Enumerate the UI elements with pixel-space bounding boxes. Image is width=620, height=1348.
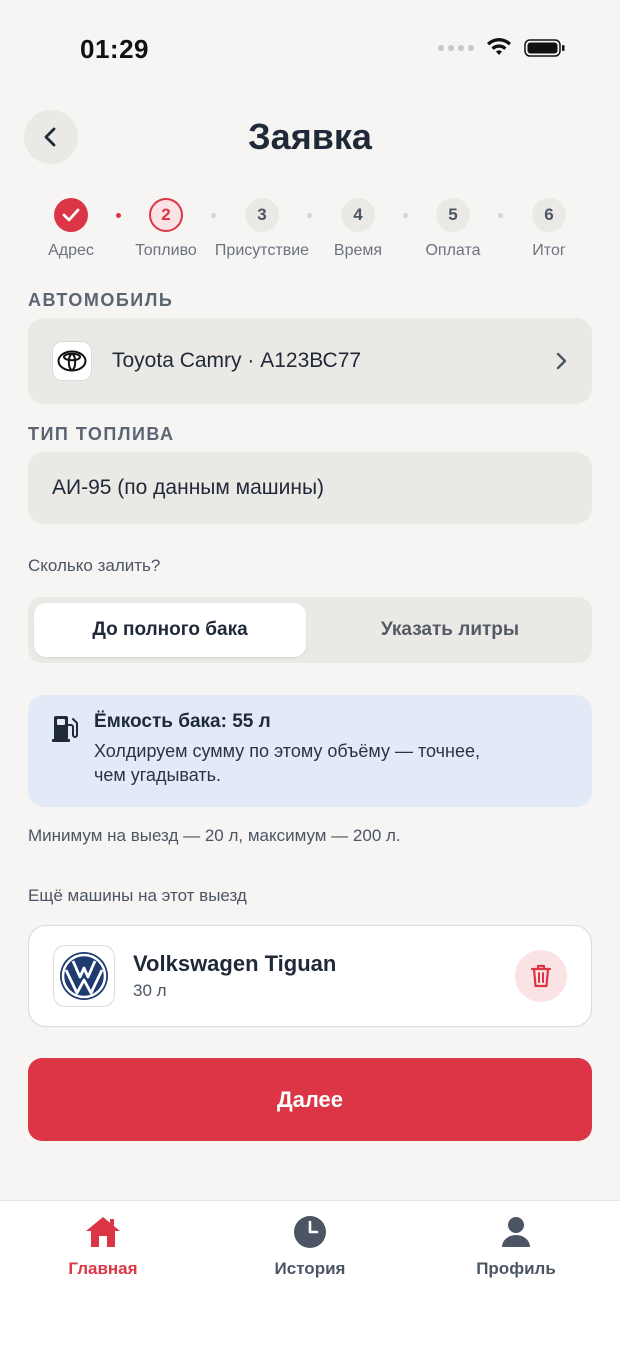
vehicle-selector[interactable]: Toyota Camry · А123ВС77 — [28, 318, 592, 404]
tank-info-text: Холдируем сумму по этому объёму — точнее… — [94, 739, 480, 787]
fuel-pump-icon — [52, 713, 80, 807]
step-number: 2 — [149, 198, 183, 232]
amount-segmented-control: До полного бака Указать литры — [28, 597, 592, 663]
status-bar: 01:29 — [0, 0, 620, 100]
toyota-logo-icon — [52, 341, 92, 381]
trash-icon — [530, 964, 552, 988]
tab-profile[interactable]: Профиль — [441, 1215, 591, 1279]
progress-stepper: Адрес 2 Топливо 3 Присутствие 4 Время 5 … — [23, 198, 597, 262]
amount-question: Сколько залить? — [28, 556, 161, 575]
option-specify-liters[interactable]: Указать литры — [314, 603, 586, 657]
remove-car-button[interactable] — [515, 950, 567, 1002]
vehicle-section-label: АВТОМОБИЛЬ — [28, 290, 174, 310]
clock-icon — [235, 1215, 385, 1249]
step-label: Итог — [532, 242, 566, 259]
step-number: 4 — [341, 198, 375, 232]
tab-label: Главная — [68, 1259, 138, 1278]
fuel-type-field: АИ-95 (по данным машины) — [28, 452, 592, 524]
step-summary: 6 Итог — [501, 198, 597, 260]
tab-bar: Главная История Профиль — [0, 1200, 620, 1348]
chevron-right-icon — [556, 352, 567, 370]
volkswagen-logo-icon — [53, 945, 115, 1007]
tab-home[interactable]: Главная — [28, 1215, 178, 1279]
step-label: Время — [333, 242, 383, 259]
home-icon — [28, 1215, 178, 1249]
step-address: Адрес — [23, 198, 119, 260]
step-done-circle — [54, 198, 88, 232]
cellular-signal-icon — [438, 45, 474, 51]
status-time: 01:29 — [80, 34, 149, 64]
extra-car-name: Volkswagen Tiguan — [133, 951, 337, 976]
tank-info-line: Холдируем сумму по этому объёму — точнее… — [94, 741, 480, 761]
page-title: Заявка — [248, 116, 372, 157]
step-number: 3 — [245, 198, 279, 232]
fuel-section-label: ТИП ТОПЛИВА — [28, 424, 175, 444]
step-number: 6 — [532, 198, 566, 232]
user-icon — [441, 1215, 591, 1249]
tank-info-card: Ёмкость бака: 55 л Холдируем сумму по эт… — [28, 695, 592, 807]
step-label: Присутствие — [214, 242, 310, 259]
step-number: 5 — [436, 198, 470, 232]
wifi-icon — [487, 38, 511, 55]
tank-capacity-title: Ёмкость бака: 55 л — [94, 711, 271, 732]
next-button[interactable]: Далее — [28, 1058, 592, 1141]
step-label: Оплата — [425, 242, 481, 259]
step-presence: 3 Присутствие — [214, 198, 310, 260]
battery-icon — [524, 39, 565, 57]
step-fuel: 2 Топливо — [118, 198, 214, 260]
extra-car-card: Volkswagen Tiguan 30 л — [28, 925, 592, 1027]
tab-label: Профиль — [476, 1259, 556, 1278]
step-time: 4 Время — [310, 198, 406, 260]
tab-label: История — [274, 1259, 346, 1278]
vehicle-name: Toyota Camry · А123ВС77 — [112, 349, 362, 372]
header: Заявка — [0, 110, 620, 166]
extra-cars-label: Ещё машины на этот выезд — [28, 886, 247, 905]
step-label: Топливо — [135, 242, 197, 259]
step-label: Адрес — [48, 242, 94, 259]
status-icons — [438, 38, 566, 58]
limits-note: Минимум на выезд — 20 л, максимум — 200 … — [28, 826, 401, 845]
step-payment: 5 Оплата — [405, 198, 501, 260]
extra-car-liters: 30 л — [133, 981, 167, 1000]
option-full-tank[interactable]: До полного бака — [34, 603, 306, 657]
tab-history[interactable]: История — [235, 1215, 385, 1279]
check-icon — [62, 208, 80, 222]
tank-info-line: чем угадывать. — [94, 765, 221, 785]
